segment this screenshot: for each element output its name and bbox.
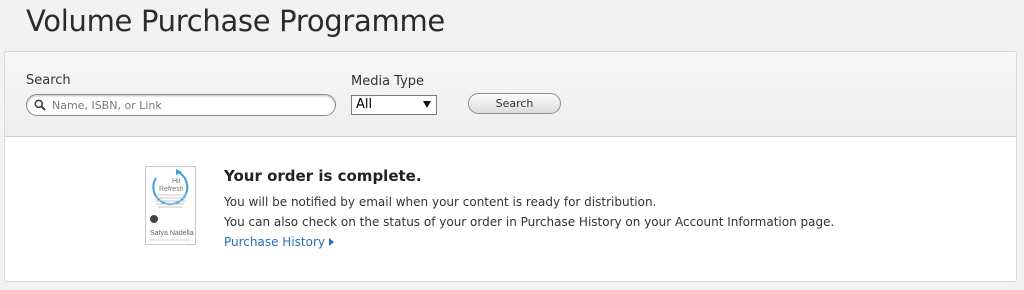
search-field[interactable] (26, 94, 336, 116)
search-input[interactable] (52, 97, 322, 113)
search-bar: Search Media Type All Search (5, 52, 1016, 137)
media-type-label: Media Type (351, 74, 425, 89)
book-title-line1: Hit (172, 178, 181, 185)
chevron-right-icon (329, 238, 334, 246)
purchase-history-label: Purchase History (224, 235, 325, 249)
page-title: Volume Purchase Programme (26, 4, 445, 38)
main-panel: Search Media Type All Search Hit Refresh (4, 51, 1017, 282)
book-cover-art: Hit Refresh Satya Nadella (146, 167, 195, 244)
search-label: Search (26, 73, 71, 88)
media-type-value: All (356, 97, 373, 112)
book-cover-image: Hit Refresh Satya Nadella (145, 166, 196, 245)
search-button[interactable]: Search (468, 93, 561, 114)
chevron-down-icon (423, 101, 431, 108)
notification-message: You will be notified by email when your … (224, 195, 657, 209)
order-complete-heading: Your order is complete. (224, 167, 422, 185)
status-message: You can also check on the status of your… (224, 215, 835, 229)
search-icon (34, 99, 46, 111)
purchase-history-link[interactable]: Purchase History (224, 235, 334, 249)
book-author: Satya Nadella (150, 230, 194, 237)
book-title-line2: Refresh (159, 186, 184, 193)
media-type-select[interactable]: All (351, 95, 437, 115)
